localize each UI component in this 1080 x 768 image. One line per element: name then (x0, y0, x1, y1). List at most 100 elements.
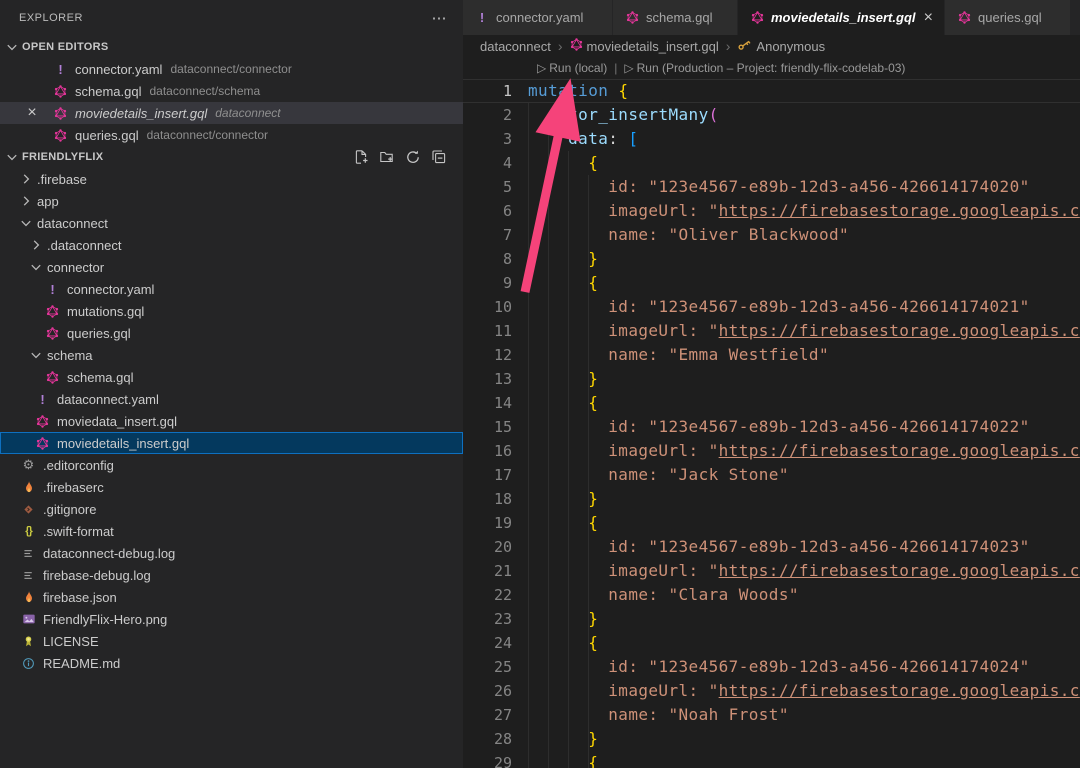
tree-item-.firebaserc[interactable]: .firebaserc (0, 476, 463, 498)
tab-queries.gql[interactable]: queries.gql (945, 0, 1070, 35)
code-line-26[interactable]: 26 imageUrl: "https://firebasestorage.go… (463, 679, 1080, 703)
breadcrumb-separator: › (558, 38, 563, 54)
yaml-exclamation-icon: ! (52, 62, 69, 77)
new-folder-icon[interactable] (379, 149, 396, 166)
workspace-title: FRIENDLYFLIX (22, 151, 103, 163)
tree-item-.firebase[interactable]: .firebase (0, 168, 463, 190)
refresh-icon[interactable] (405, 149, 422, 166)
folder-name: dataconnect (37, 216, 108, 231)
open-editor-path: dataconnect/schema (149, 84, 260, 98)
tree-item-connector.yaml[interactable]: !connector.yaml (0, 278, 463, 300)
code-line-17[interactable]: 17 name: "Jack Stone" (463, 463, 1080, 487)
code-line-19[interactable]: 19 { (463, 511, 1080, 535)
close-icon[interactable]: × (924, 10, 933, 26)
close-icon[interactable]: × (27, 104, 36, 121)
code-editor[interactable]: 1mutation {2 actor_insertMany(3 data: [4… (463, 79, 1080, 768)
code-line-25[interactable]: 25 id: "123e4567-e89b-12d3-a456-42661417… (463, 655, 1080, 679)
tab-moviedetails_insert.gql[interactable]: moviedetails_insert.gql × (738, 0, 944, 35)
line-number: 6 (463, 199, 512, 223)
tab-connector.yaml[interactable]: !connector.yaml (463, 0, 612, 35)
chevron-down-icon (4, 149, 20, 165)
code-line-6[interactable]: 6 imageUrl: "https://firebasestorage.goo… (463, 199, 1080, 223)
tree-item-LICENSE[interactable]: LICENSE (0, 630, 463, 652)
chevron-down-icon (18, 215, 34, 231)
code-line-2[interactable]: 2 actor_insertMany( (463, 103, 1080, 127)
tree-item-.editorconfig[interactable]: ⚙.editorconfig (0, 454, 463, 476)
code-line-4[interactable]: 4 { (463, 151, 1080, 175)
tree-item-firebase-debug.log[interactable]: firebase-debug.log (0, 564, 463, 586)
license-ribbon-icon (20, 634, 37, 648)
breadcrumb-separator: › (726, 38, 731, 54)
tree-item-moviedetails_insert.gql[interactable]: moviedetails_insert.gql (0, 432, 463, 454)
code-line-7[interactable]: 7 name: "Oliver Blackwood" (463, 223, 1080, 247)
code-line-3[interactable]: 3 data: [ (463, 127, 1080, 151)
line-number: 28 (463, 727, 512, 751)
tree-item-dataconnect-debug.log[interactable]: dataconnect-debug.log (0, 542, 463, 564)
workspace-header[interactable]: FRIENDLYFLIX (0, 146, 463, 168)
tree-item-.gitignore[interactable]: .gitignore (0, 498, 463, 520)
code-line-14[interactable]: 14 { (463, 391, 1080, 415)
tab-label: connector.yaml (496, 10, 583, 25)
code-line-18[interactable]: 18 } (463, 487, 1080, 511)
tree-item-dataconnect[interactable]: dataconnect (0, 212, 463, 234)
open-editor-item[interactable]: queries.gqldataconnect/connector (0, 124, 463, 146)
file-name: dataconnect-debug.log (43, 546, 175, 561)
code-line-23[interactable]: 23 } (463, 607, 1080, 631)
code-line-5[interactable]: 5 id: "123e4567-e89b-12d3-a456-426614174… (463, 175, 1080, 199)
breadcrumb-item[interactable]: dataconnect (480, 39, 551, 54)
code-line-22[interactable]: 22 name: "Clara Woods" (463, 583, 1080, 607)
code-line-29[interactable]: 29 { (463, 751, 1080, 768)
code-line-1[interactable]: 1mutation { (463, 79, 1080, 103)
breadcrumb-item[interactable]: moviedetails_insert.gql (570, 38, 719, 54)
run-local-link[interactable]: ▷ Run (local) (537, 61, 607, 75)
code-line-28[interactable]: 28 } (463, 727, 1080, 751)
tab-label: schema.gql (646, 10, 712, 25)
tree-item-FriendlyFlix-Hero.png[interactable]: FriendlyFlix-Hero.png (0, 608, 463, 630)
code-line-21[interactable]: 21 imageUrl: "https://firebasestorage.go… (463, 559, 1080, 583)
tree-item-.swift-format[interactable]: {}.swift-format (0, 520, 463, 542)
graphql-icon (34, 415, 51, 428)
tree-item-schema[interactable]: schema (0, 344, 463, 366)
tree-item-queries.gql[interactable]: queries.gql (0, 322, 463, 344)
breadcrumb-item[interactable]: Anonymous (737, 37, 825, 55)
line-number: 12 (463, 343, 512, 367)
firebase-flame-icon (20, 590, 37, 604)
open-editors-header[interactable]: OPEN EDITORS (0, 36, 463, 58)
open-editor-item[interactable]: !connector.yamldataconnect/connector (0, 58, 463, 80)
tree-item-firebase.json[interactable]: firebase.json (0, 586, 463, 608)
open-editor-item[interactable]: ×moviedetails_insert.gqldataconnect (0, 102, 463, 124)
chevron-right-icon (18, 171, 34, 187)
tree-item-app[interactable]: app (0, 190, 463, 212)
run-production-link[interactable]: ▷ Run (Production – Project: friendly-fl… (624, 61, 905, 75)
line-number: 5 (463, 175, 512, 199)
tree-item-mutations.gql[interactable]: mutations.gql (0, 300, 463, 322)
code-line-13[interactable]: 13 } (463, 367, 1080, 391)
code-line-20[interactable]: 20 id: "123e4567-e89b-12d3-a456-42661417… (463, 535, 1080, 559)
tree-item-schema.gql[interactable]: schema.gql (0, 366, 463, 388)
tree-item-connector[interactable]: connector (0, 256, 463, 278)
line-number: 24 (463, 631, 512, 655)
open-editor-name: connector.yaml (75, 62, 162, 77)
collapse-all-icon[interactable] (431, 149, 448, 166)
tree-item-README.md[interactable]: README.md (0, 652, 463, 674)
tree-item-dataconnect.yaml[interactable]: !dataconnect.yaml (0, 388, 463, 410)
code-line-9[interactable]: 9 { (463, 271, 1080, 295)
code-line-27[interactable]: 27 name: "Noah Frost" (463, 703, 1080, 727)
graphql-icon (956, 11, 972, 24)
code-line-12[interactable]: 12 name: "Emma Westfield" (463, 343, 1080, 367)
code-line-10[interactable]: 10 id: "123e4567-e89b-12d3-a456-42661417… (463, 295, 1080, 319)
code-line-8[interactable]: 8 } (463, 247, 1080, 271)
tab-schema.gql[interactable]: schema.gql (613, 0, 737, 35)
more-actions-icon[interactable]: ⋯ (432, 11, 448, 26)
tab-label: moviedetails_insert.gql (771, 10, 916, 25)
new-file-icon[interactable] (353, 149, 370, 166)
tree-item-moviedata_insert.gql[interactable]: moviedata_insert.gql (0, 410, 463, 432)
code-line-16[interactable]: 16 imageUrl: "https://firebasestorage.go… (463, 439, 1080, 463)
code-line-11[interactable]: 11 imageUrl: "https://firebasestorage.go… (463, 319, 1080, 343)
code-line-24[interactable]: 24 { (463, 631, 1080, 655)
open-editor-item[interactable]: schema.gqldataconnect/schema (0, 80, 463, 102)
code-line-15[interactable]: 15 id: "123e4567-e89b-12d3-a456-42661417… (463, 415, 1080, 439)
line-number: 4 (463, 151, 512, 175)
tree-item-.dataconnect[interactable]: .dataconnect (0, 234, 463, 256)
tab-bar: !connector.yaml schema.gql moviedetails_in… (463, 0, 1080, 35)
